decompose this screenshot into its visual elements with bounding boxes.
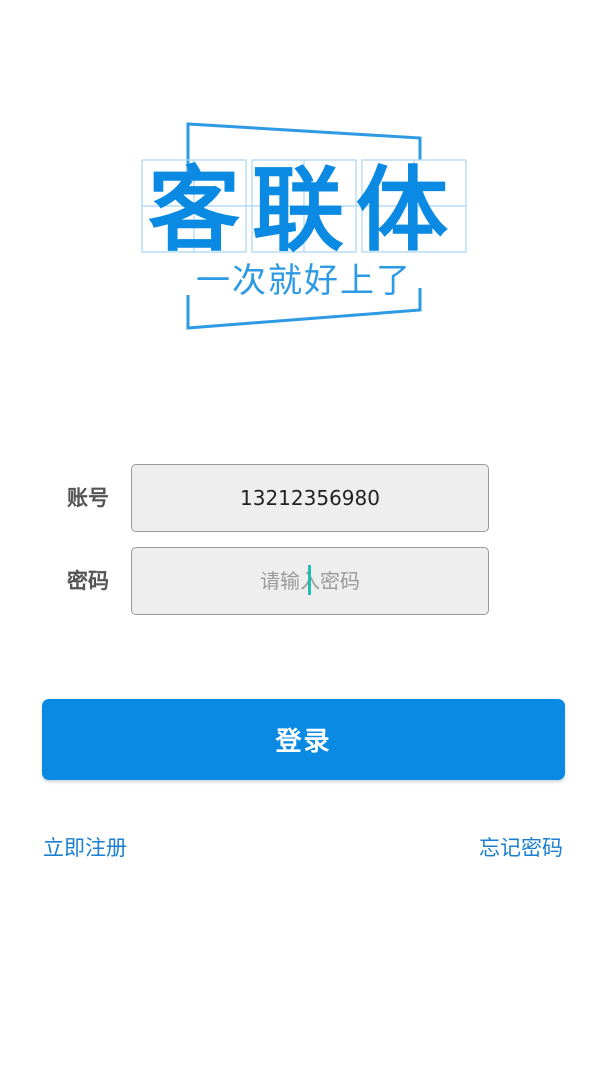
logo-slogan: 一次就好上了 <box>196 261 412 301</box>
account-row: 账号 <box>0 464 607 532</box>
logo-title: 客联体 <box>148 157 460 264</box>
register-link[interactable]: 立即注册 <box>43 830 127 866</box>
account-input[interactable] <box>131 464 489 532</box>
forgot-password-link[interactable]: 忘记密码 <box>479 830 563 866</box>
password-label: 密码 <box>67 569 109 593</box>
password-row: 密码 <box>0 547 607 615</box>
text-caret <box>308 565 311 595</box>
login-button[interactable]: 登录 <box>42 699 565 780</box>
account-label: 账号 <box>67 486 109 510</box>
app-logo: 客联体 一次就好上了 <box>140 120 470 335</box>
